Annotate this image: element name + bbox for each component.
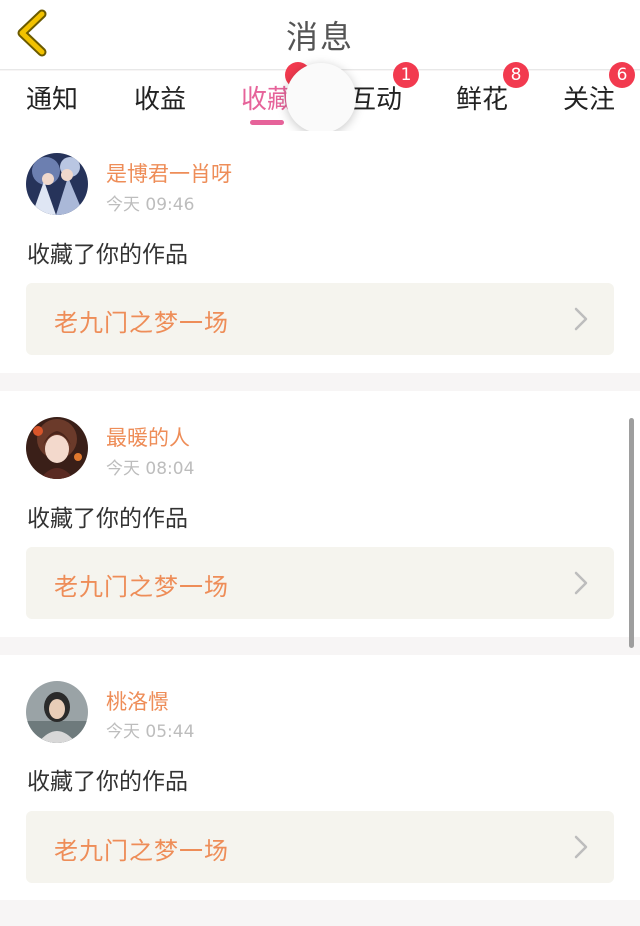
tab-badge-follows: 6 xyxy=(609,62,635,88)
timestamp: 今天 09:46 xyxy=(106,195,195,215)
avatar[interactable] xyxy=(26,153,88,215)
work-title: 老九门之梦一场 xyxy=(54,309,229,337)
tab-label: 关注 xyxy=(563,85,616,115)
notification-card: 最暖的人 今天 08:04 收藏了你的作品 老九门之梦一场 xyxy=(0,391,640,637)
page-title: 消息 xyxy=(285,18,354,56)
action-text: 收藏了你的作品 xyxy=(27,242,188,268)
tab-label: 通知 xyxy=(26,85,79,115)
work-link[interactable]: 老九门之梦一场 xyxy=(26,547,614,619)
work-title: 老九门之梦一场 xyxy=(54,837,229,865)
tab-badge-interactions: 1 xyxy=(393,62,419,88)
tab-badge-flowers: 8 xyxy=(503,62,529,88)
avatar-image xyxy=(26,681,88,743)
tab-label: 鲜花 xyxy=(456,85,509,115)
work-link[interactable]: 老九门之梦一场 xyxy=(26,283,614,355)
work-title: 老九门之梦一场 xyxy=(54,573,229,601)
user-name[interactable]: 是博君一肖呀 xyxy=(106,158,232,188)
notification-card: 是博君一肖呀 今天 09:46 收藏了你的作品 老九门之梦一场 xyxy=(0,131,640,373)
user-name[interactable]: 桃洛憬 xyxy=(106,686,169,716)
tab-notifications[interactable]: 通知 xyxy=(26,79,78,123)
avatar-image xyxy=(26,417,88,479)
avatar-image xyxy=(26,153,88,215)
scrollbar[interactable] xyxy=(629,418,634,648)
timestamp: 今天 05:44 xyxy=(106,722,195,742)
tab-follows[interactable]: 关注 xyxy=(563,79,615,123)
tab-label: 收益 xyxy=(134,85,187,115)
work-link[interactable]: 老九门之梦一场 xyxy=(26,811,614,883)
touch-indicator xyxy=(286,63,356,133)
avatar[interactable] xyxy=(26,681,88,743)
header: 消息 xyxy=(0,0,640,70)
user-name[interactable]: 最暖的人 xyxy=(106,422,190,452)
tab-flowers[interactable]: 鲜花 xyxy=(456,79,508,123)
action-text: 收藏了你的作品 xyxy=(27,769,188,795)
chevron-right-icon xyxy=(574,835,588,859)
messages-page: 消息 通知 收益 收藏 互动 1 鲜花 8 关注 6 是博君一肖呀 今天 09:… xyxy=(0,0,640,926)
tab-interactions[interactable]: 互动 xyxy=(350,79,402,123)
tab-label: 互动 xyxy=(350,85,403,115)
chevron-right-icon xyxy=(574,571,588,595)
chevron-right-icon xyxy=(574,307,588,331)
notification-card: 桃洛憬 今天 05:44 收藏了你的作品 老九门之梦一场 xyxy=(0,655,640,900)
avatar[interactable] xyxy=(26,417,88,479)
active-tab-indicator xyxy=(250,120,284,125)
action-text: 收藏了你的作品 xyxy=(27,506,188,532)
tab-earnings[interactable]: 收益 xyxy=(134,79,186,123)
timestamp: 今天 08:04 xyxy=(106,459,195,479)
